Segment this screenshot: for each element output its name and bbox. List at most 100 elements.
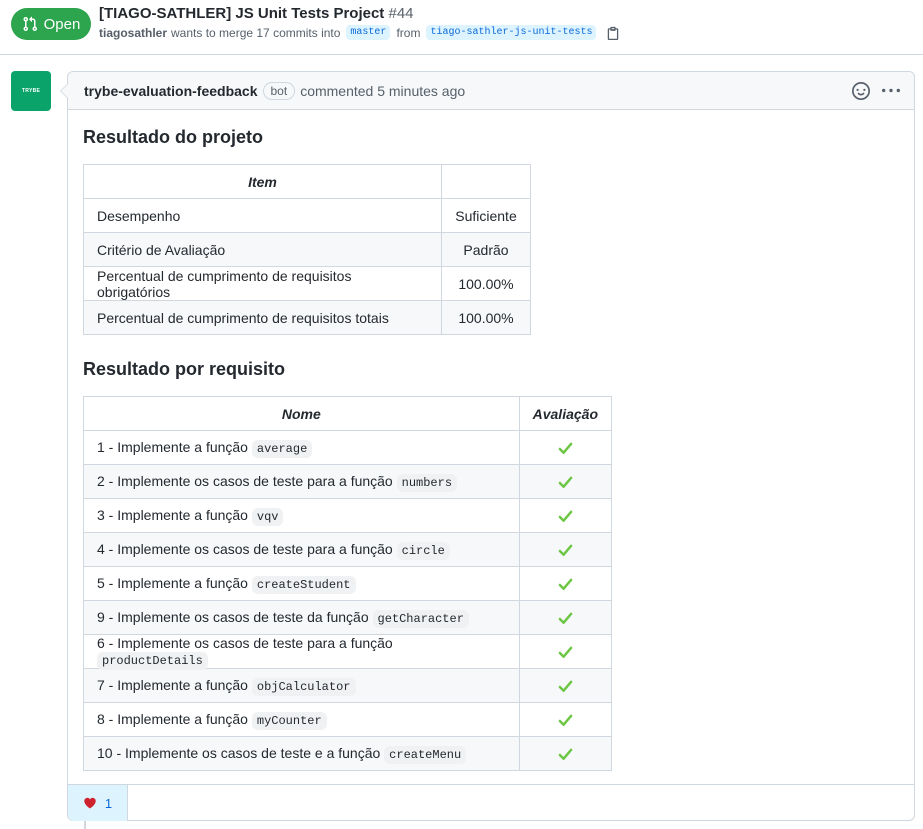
bot-badge: bot — [262, 81, 296, 100]
kebab-menu-icon[interactable] — [882, 82, 900, 100]
requirement-evaluation — [518, 736, 613, 771]
check-mark-icon — [558, 544, 573, 556]
result-value: 100.00% — [441, 266, 531, 301]
table-row: 5 - Implemente a função createStudent — [83, 566, 613, 601]
table-row: Percentual de cumprimento de requisitos … — [83, 300, 531, 335]
pr-number: #44 — [388, 5, 414, 22]
table-header-row: Item — [83, 164, 531, 199]
requirement-code: circle — [396, 542, 450, 560]
requirement-code: average — [251, 440, 313, 458]
requirement-evaluation — [518, 600, 613, 635]
requirement-text: 7 - Implemente a função — [97, 677, 248, 693]
reactions-bar: 1 — [68, 784, 914, 821]
requirements-table: Nome Avaliação 1 - Implemente a função a… — [83, 396, 613, 771]
requirement-name: 9 - Implemente os casos de teste da funç… — [83, 600, 520, 635]
requirement-name: 3 - Implemente a função vqv — [83, 498, 520, 533]
requirement-text: 10 - Implemente os casos de teste e a fu… — [97, 745, 381, 761]
requirement-name: 10 - Implemente os casos de teste e a fu… — [83, 736, 520, 771]
requirement-code: productDetails — [97, 652, 208, 670]
table-row: Percentual de cumprimento de requisitos … — [83, 266, 531, 301]
requirement-code: numbers — [396, 474, 458, 492]
requirement-text: 5 - Implemente a função — [97, 575, 248, 591]
table-row: 3 - Implemente a função vqv — [83, 498, 613, 533]
result-value: 100.00% — [441, 300, 531, 335]
requirement-code: createMenu — [384, 746, 467, 764]
requirement-name: 6 - Implemente os casos de teste para a … — [83, 634, 520, 670]
requirement-code: myCounter — [251, 712, 327, 730]
requirement-code: getCharacter — [372, 610, 469, 628]
smiley-icon[interactable] — [852, 82, 870, 100]
pr-title: [TIAGO-SATHLER] JS Unit Tests Project #4… — [99, 5, 414, 22]
heart-reaction-count: 1 — [104, 795, 113, 811]
check-mark-icon — [558, 612, 573, 624]
result-label: Desempenho — [83, 198, 442, 233]
requirement-code: vqv — [251, 508, 284, 526]
comment-timestamp[interactable]: commented 5 minutes ago — [300, 83, 465, 99]
requirement-text: 8 - Implemente a função — [97, 711, 248, 727]
table-row: 6 - Implemente os casos de teste para a … — [83, 634, 613, 670]
requirement-name: 8 - Implemente a função myCounter — [83, 702, 520, 737]
requirement-evaluation — [518, 430, 613, 465]
table-header-item: Item — [83, 164, 442, 199]
bot-avatar[interactable]: TRYBE — [11, 71, 51, 111]
table-row: 8 - Implemente a função myCounter — [83, 702, 613, 737]
table-row: Desempenho Suficiente — [83, 198, 531, 233]
pr-title-text: [TIAGO-SATHLER] JS Unit Tests Project — [99, 5, 385, 22]
base-branch[interactable]: master — [346, 25, 391, 40]
pr-merge-text: wants to merge 17 commits into — [171, 25, 341, 40]
comment-actions — [852, 82, 900, 100]
requirement-evaluation — [518, 498, 613, 533]
requirement-evaluation — [518, 702, 613, 737]
requirement-code: objCalculator — [251, 678, 356, 696]
requirement-evaluation — [518, 566, 613, 601]
requirement-evaluation — [518, 668, 613, 703]
requirement-text: 2 - Implemente os casos de teste para a … — [97, 473, 393, 489]
check-mark-icon — [558, 442, 573, 454]
table-row: Critério de Avaliação Padrão — [83, 232, 531, 267]
table-header-evaluation: Avaliação — [518, 396, 613, 431]
pr-header: Open [TIAGO-SATHLER] JS Unit Tests Proje… — [0, 0, 923, 55]
table-header-row: Nome Avaliação — [83, 396, 613, 431]
check-mark-icon — [558, 578, 573, 590]
requirement-text: 6 - Implemente os casos de teste para a … — [97, 635, 393, 651]
project-result-table: Item Desempenho Suficiente Critério de Ava… — [83, 164, 531, 335]
requirement-evaluation — [518, 464, 613, 499]
comment-header: trybe-evaluation-feedback bot commented … — [68, 72, 914, 110]
result-value: Suficiente — [441, 198, 531, 233]
result-label: Critério de Avaliação — [83, 232, 442, 267]
table-row: 2 - Implemente os casos de teste para a … — [83, 464, 613, 499]
table-row: 4 - Implemente os casos de teste para a … — [83, 532, 613, 567]
table-row: 9 - Implemente os casos de teste da funç… — [83, 600, 613, 635]
table-row: 7 - Implemente a função objCalculator — [83, 668, 613, 703]
heart-icon — [84, 797, 96, 809]
check-mark-icon — [558, 510, 573, 522]
requirement-name: 4 - Implemente os casos de teste para a … — [83, 532, 520, 567]
table-header-empty — [441, 164, 531, 199]
requirement-evaluation — [518, 634, 613, 669]
pr-state-label: Open — [43, 15, 81, 33]
requirement-name: 5 - Implemente a função createStudent — [83, 566, 520, 601]
pr-state-badge: Open — [11, 8, 91, 40]
requirement-text: 1 - Implemente a função — [97, 439, 248, 455]
check-mark-icon — [558, 680, 573, 692]
check-mark-icon — [558, 714, 573, 726]
check-mark-icon — [558, 748, 573, 760]
table-row: 1 - Implemente a função average — [83, 430, 613, 465]
section-title-requirements: Resultado por requisito — [83, 359, 286, 379]
requirement-evaluation — [518, 532, 613, 567]
section-title-project: Resultado do projeto — [83, 127, 263, 147]
result-label: Percentual de cumprimento de requisitos … — [83, 300, 442, 335]
requirement-name: 2 - Implemente os casos de teste para a … — [83, 464, 520, 499]
check-mark-icon — [558, 646, 573, 658]
requirement-text: 3 - Implemente a função — [97, 507, 248, 523]
head-branch[interactable]: tiago-sathler-js-unit-tests — [426, 25, 597, 40]
git-pull-request-icon — [23, 16, 37, 32]
copy-icon[interactable] — [606, 26, 620, 40]
table-header-name: Nome — [83, 396, 520, 431]
comment-author-link[interactable]: trybe-evaluation-feedback — [84, 83, 258, 99]
pr-meta: tiagosathler wants to merge 17 commits i… — [99, 25, 620, 40]
pr-from-text: from — [396, 25, 421, 40]
table-row: 10 - Implemente os casos de teste e a fu… — [83, 736, 613, 771]
pr-author-link[interactable]: tiagosathler — [99, 26, 167, 40]
heart-reaction-button[interactable]: 1 — [68, 785, 128, 821]
